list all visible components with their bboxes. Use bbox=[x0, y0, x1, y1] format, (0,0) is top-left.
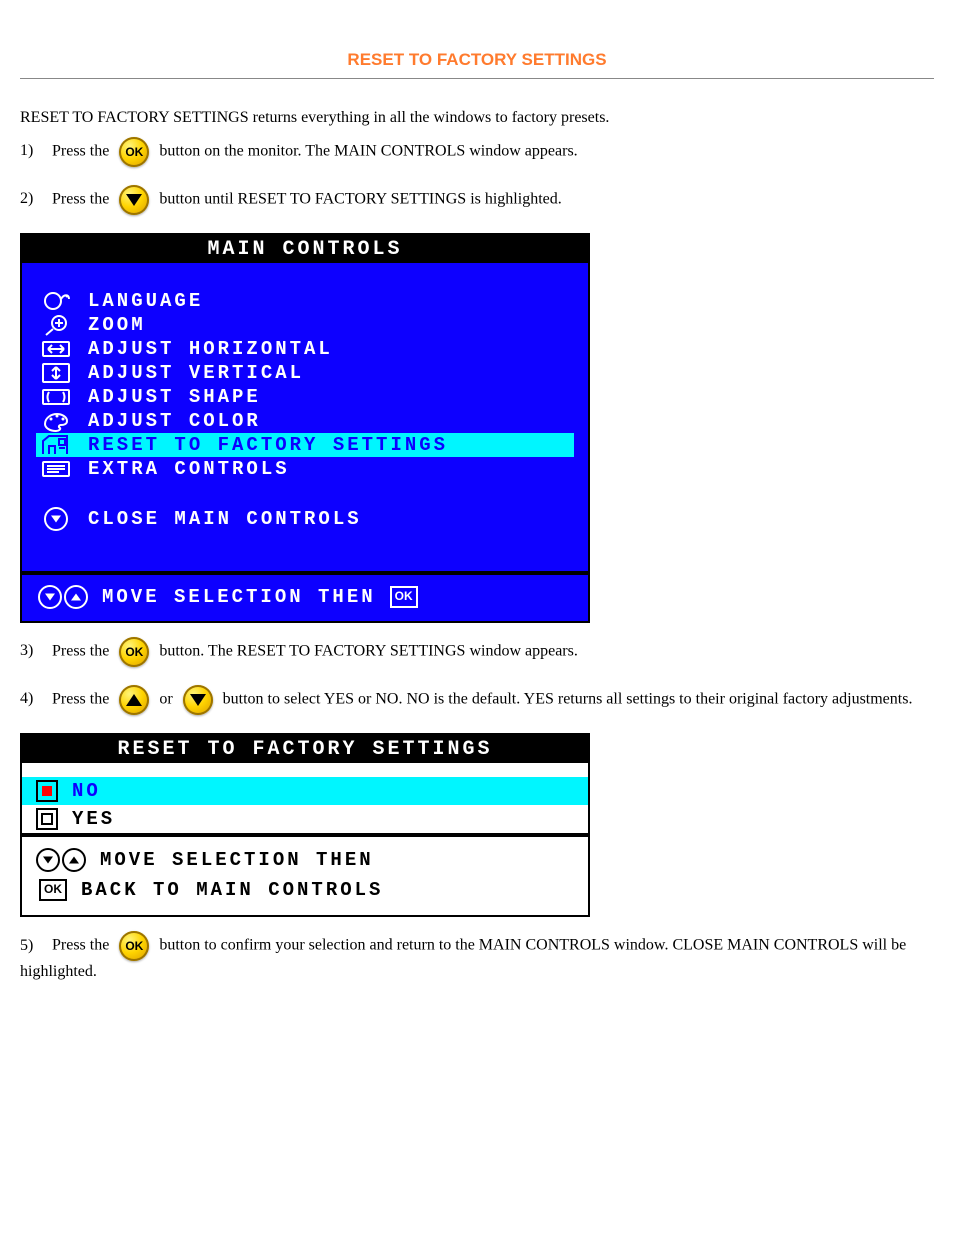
down-button-icon bbox=[119, 185, 149, 215]
radio-selected-icon bbox=[36, 780, 58, 802]
step-5: 5) Press the button to confirm your sele… bbox=[20, 931, 934, 983]
adjust-shape-icon bbox=[38, 386, 74, 408]
step-2-text-before: Press the bbox=[52, 190, 113, 207]
osd1-label-vertical: ADJUST VERTICAL bbox=[88, 362, 304, 384]
osd2-option-yes[interactable]: YES bbox=[22, 805, 588, 833]
osd1-label-extra: EXTRA CONTROLS bbox=[88, 458, 290, 480]
ok-glyph-icon: OK bbox=[390, 586, 418, 608]
osd2-footer-line1: MOVE SELECTION THEN bbox=[100, 845, 374, 875]
osd1-item-zoom[interactable]: ZOOM bbox=[36, 313, 574, 337]
osd1-footer: MOVE SELECTION THEN OK bbox=[22, 571, 588, 621]
ok-button-icon bbox=[119, 637, 149, 667]
step-4-text-after: button to select YES or NO. NO is the de… bbox=[223, 690, 913, 707]
osd2-label-yes: YES bbox=[72, 808, 115, 830]
osd2-title: RESET TO FACTORY SETTINGS bbox=[22, 735, 588, 763]
adjust-vertical-icon bbox=[38, 362, 74, 384]
radio-unselected-icon bbox=[36, 808, 58, 830]
osd1-item-language[interactable]: LANGUAGE bbox=[36, 289, 574, 313]
down-button-icon bbox=[183, 685, 213, 715]
step-4-number: 4) bbox=[20, 688, 48, 710]
osd2-footer: MOVE SELECTION THEN OK BACK TO MAIN CONT… bbox=[22, 833, 588, 916]
osd2-label-no: NO bbox=[72, 780, 101, 802]
heading-separator bbox=[20, 78, 934, 79]
zoom-icon bbox=[38, 314, 74, 336]
up-down-arrows-icon bbox=[36, 848, 86, 872]
step-4-text-mid: or bbox=[159, 690, 176, 707]
osd1-label-horizontal: ADJUST HORIZONTAL bbox=[88, 338, 333, 360]
up-down-arrows-icon bbox=[38, 585, 88, 609]
step-1-text-before: Press the bbox=[52, 142, 113, 159]
osd1-footer-text: MOVE SELECTION THEN bbox=[102, 586, 376, 608]
step-2-number: 2) bbox=[20, 188, 48, 210]
step-5-number: 5) bbox=[20, 935, 48, 957]
step-3-text-after: button. The RESET TO FACTORY SETTINGS wi… bbox=[159, 642, 578, 659]
osd1-item-color[interactable]: ADJUST COLOR bbox=[36, 409, 574, 433]
osd1-item-shape[interactable]: ADJUST SHAPE bbox=[36, 385, 574, 409]
step-4-text-before: Press the bbox=[52, 690, 113, 707]
step-2: 2) Press the button until RESET TO FACTO… bbox=[20, 185, 934, 215]
step-5-text-before: Press the bbox=[52, 937, 113, 954]
osd1-item-reset[interactable]: RESET TO FACTORY SETTINGS bbox=[36, 433, 574, 457]
osd1-label-reset: RESET TO FACTORY SETTINGS bbox=[88, 434, 448, 456]
adjust-color-icon bbox=[38, 410, 74, 432]
osd-main-controls: MAIN CONTROLS LANGUAGE ZOOM ADJUST HORIZ… bbox=[20, 233, 590, 623]
close-down-icon bbox=[38, 508, 74, 530]
step-4: 4) Press the or button to select YES or … bbox=[20, 685, 934, 715]
osd1-label-shape: ADJUST SHAPE bbox=[88, 386, 261, 408]
step-1-text-after: button on the monitor. The MAIN CONTROLS… bbox=[159, 142, 577, 159]
adjust-horizontal-icon bbox=[38, 338, 74, 360]
osd1-label-color: ADJUST COLOR bbox=[88, 410, 261, 432]
osd2-option-no[interactable]: NO bbox=[22, 777, 588, 805]
step-3-number: 3) bbox=[20, 640, 48, 662]
section-heading: RESET TO FACTORY SETTINGS bbox=[20, 50, 934, 70]
intro-text: RESET TO FACTORY SETTINGS returns everyt… bbox=[20, 107, 934, 129]
extra-controls-icon bbox=[38, 458, 74, 480]
osd1-item-horizontal[interactable]: ADJUST HORIZONTAL bbox=[36, 337, 574, 361]
up-button-icon bbox=[119, 685, 149, 715]
step-5-text-after: button to confirm your selection and ret… bbox=[20, 937, 906, 980]
ok-button-icon bbox=[119, 137, 149, 167]
ok-glyph-icon: OK bbox=[39, 879, 67, 901]
reset-factory-icon bbox=[38, 434, 74, 456]
step-3: 3) Press the button. The RESET TO FACTOR… bbox=[20, 637, 934, 667]
step-1-number: 1) bbox=[20, 140, 48, 162]
step-3-text-before: Press the bbox=[52, 642, 113, 659]
osd2-footer-line2: BACK TO MAIN CONTROLS bbox=[81, 875, 383, 905]
osd1-item-close[interactable]: CLOSE MAIN CONTROLS bbox=[36, 507, 574, 531]
ok-button-icon bbox=[119, 931, 149, 961]
osd1-label-zoom: ZOOM bbox=[88, 314, 146, 336]
step-2-text-after: button until RESET TO FACTORY SETTINGS i… bbox=[159, 190, 561, 207]
osd1-item-extra[interactable]: EXTRA CONTROLS bbox=[36, 457, 574, 481]
osd-reset-dialog: RESET TO FACTORY SETTINGS NO YES MOVE SE… bbox=[20, 733, 590, 918]
language-icon bbox=[38, 290, 74, 312]
osd1-item-vertical[interactable]: ADJUST VERTICAL bbox=[36, 361, 574, 385]
osd1-label-language: LANGUAGE bbox=[88, 290, 203, 312]
osd1-title: MAIN CONTROLS bbox=[22, 235, 588, 263]
osd1-label-close: CLOSE MAIN CONTROLS bbox=[88, 508, 362, 530]
step-1: 1) Press the button on the monitor. The … bbox=[20, 137, 934, 167]
